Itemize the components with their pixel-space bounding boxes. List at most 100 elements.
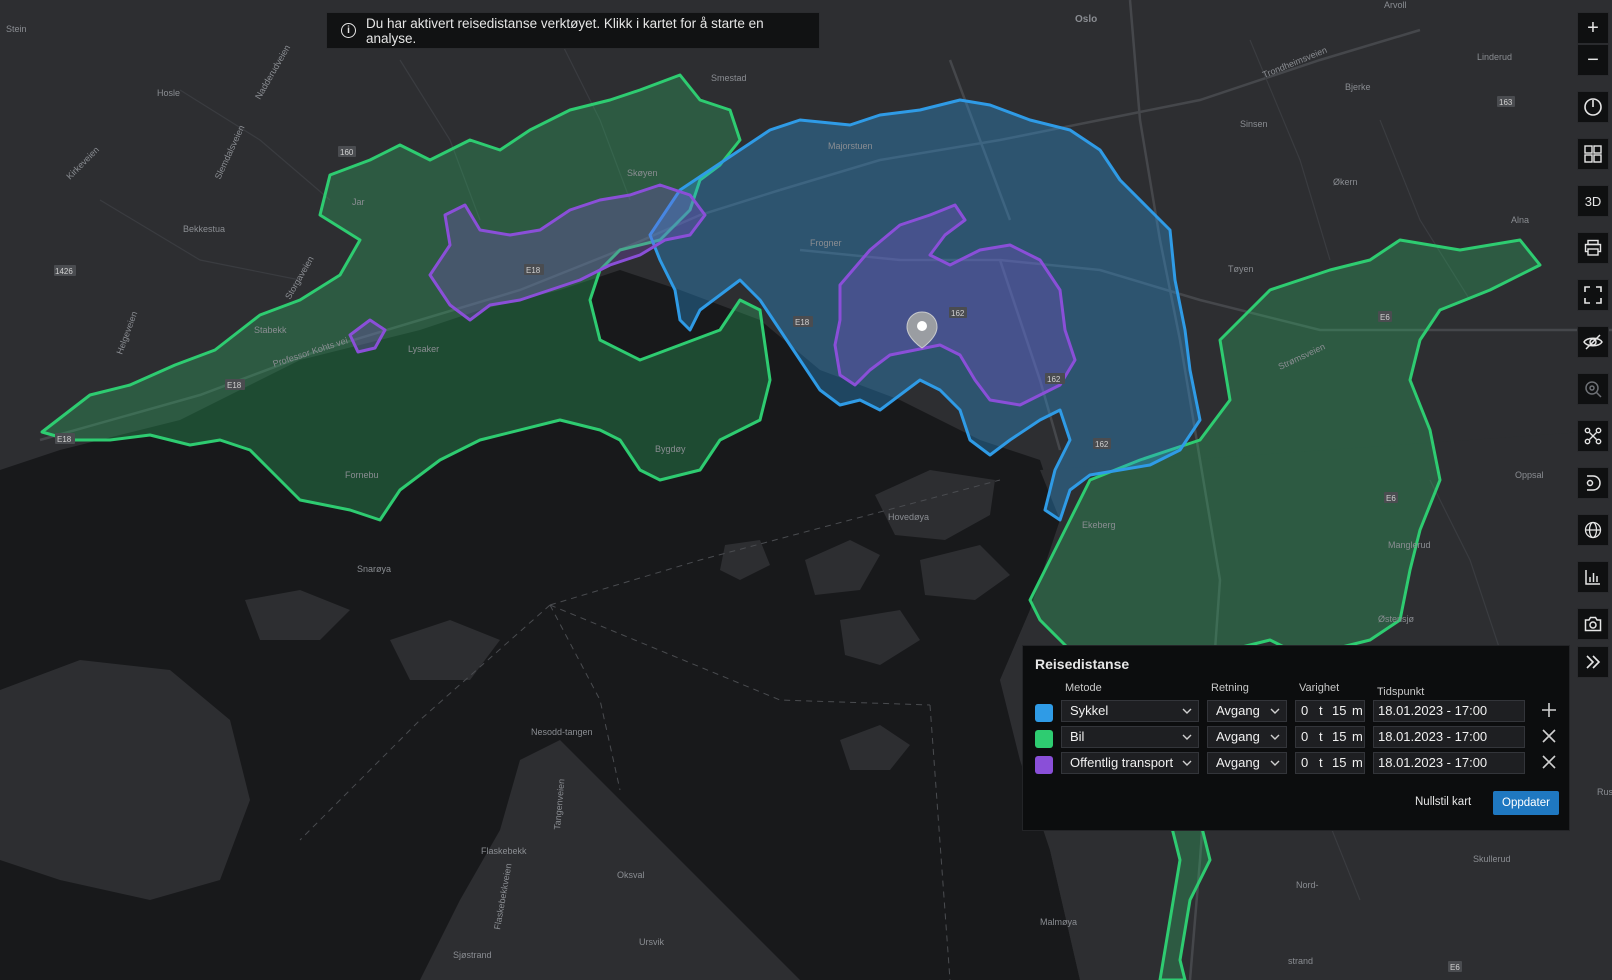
bar-chart-icon: [1585, 570, 1600, 585]
camera-icon: [1584, 616, 1602, 632]
method-select[interactable]: Offentlig transport: [1061, 752, 1199, 774]
globe-button[interactable]: [1577, 514, 1609, 546]
color-swatch[interactable]: [1035, 756, 1053, 774]
route-button[interactable]: [1577, 420, 1609, 452]
double-chevron-right-icon: [1586, 655, 1601, 669]
chevron-down-icon: [1270, 734, 1280, 740]
place-label: Bygdøy: [655, 444, 686, 454]
close-icon[interactable]: [1539, 726, 1559, 746]
map-canvas[interactable]: Stein Hosle Jar Bekkestua Stabekk Lysake…: [0, 0, 1612, 980]
hours-unit: t: [1319, 729, 1323, 744]
compass-button[interactable]: [1577, 91, 1609, 123]
place-label: Ursvik: [639, 937, 664, 947]
place-label: Jar: [352, 197, 365, 207]
place-label: Flaskebekk: [481, 846, 527, 856]
svg-text:E6: E6: [1380, 313, 1390, 322]
fullscreen-button[interactable]: [1577, 279, 1609, 311]
minutes-value[interactable]: 15: [1332, 753, 1346, 773]
basemap-button[interactable]: [1577, 138, 1609, 170]
place-label: Bekkestua: [183, 224, 225, 234]
zoom-in-button[interactable]: +: [1577, 12, 1609, 44]
duration-input[interactable]: 0 t 15 m: [1295, 700, 1365, 722]
time-input[interactable]: 18.01.2023 - 17:00: [1373, 752, 1525, 774]
svg-text:162: 162: [1095, 440, 1109, 449]
route-icon: [1584, 427, 1602, 445]
duration-input[interactable]: 0 t 15 m: [1295, 752, 1365, 774]
minutes-unit: m: [1352, 703, 1363, 718]
road-shield: E18: [55, 433, 75, 444]
panel-title: Reisedistanse: [1035, 656, 1130, 672]
printer-icon: [1584, 239, 1602, 256]
svg-text:162: 162: [1047, 375, 1061, 384]
place-label: Sjøstrand: [453, 950, 492, 960]
collapse-panel-button[interactable]: [1577, 646, 1609, 678]
road-shield: 162: [1045, 373, 1065, 384]
place-label: Smestad: [711, 73, 747, 83]
minutes-value[interactable]: 15: [1332, 727, 1346, 747]
place-label: Oslo: [1075, 14, 1097, 25]
map-app: Stein Hosle Jar Bekkestua Stabekk Lysake…: [0, 0, 1612, 980]
camera-button[interactable]: [1577, 608, 1609, 640]
3d-button[interactable]: 3D: [1577, 185, 1609, 217]
minutes-value[interactable]: 15: [1332, 701, 1346, 721]
update-button[interactable]: Oppdater: [1493, 791, 1559, 815]
place-label: Ekeberg: [1082, 520, 1116, 530]
svg-text:162: 162: [951, 309, 965, 318]
place-label: Rus: [1597, 787, 1612, 797]
svg-text:1426: 1426: [55, 267, 73, 276]
minus-icon: −: [1587, 49, 1599, 71]
print-button[interactable]: [1577, 232, 1609, 264]
chevron-down-icon: [1182, 708, 1192, 714]
direction-select[interactable]: Avgang: [1207, 726, 1287, 748]
place-label: Nesodd-tangen: [531, 727, 593, 737]
header-direction: Retning: [1211, 682, 1249, 694]
chevron-down-icon: [1182, 734, 1192, 740]
hours-value[interactable]: 0: [1301, 753, 1308, 773]
distance-button[interactable]: [1577, 467, 1609, 499]
duration-input[interactable]: 0 t 15 m: [1295, 726, 1365, 748]
method-select[interactable]: Sykkel: [1061, 700, 1199, 722]
road-shield: E6: [1384, 492, 1398, 503]
reset-map-button[interactable]: Nullstil kart: [1415, 796, 1471, 808]
plus-icon: +: [1587, 17, 1599, 39]
travel-row-bil: Bil Avgang 0 t 15 m 18.01.2023 - 17:00: [1023, 724, 1571, 750]
grid-map-icon: [1584, 145, 1602, 163]
place-label: Hovedøya: [888, 512, 929, 522]
3d-icon: 3D: [1584, 193, 1602, 209]
method-value: Sykkel: [1070, 703, 1109, 718]
color-swatch[interactable]: [1035, 704, 1053, 722]
distance-icon: [1586, 475, 1601, 491]
minutes-unit: m: [1352, 755, 1363, 770]
search-location-button[interactable]: [1577, 373, 1609, 405]
place-label: Fornebu: [345, 470, 379, 480]
place-label: Linderud: [1477, 52, 1512, 62]
statistics-button[interactable]: [1577, 561, 1609, 593]
close-icon[interactable]: [1539, 752, 1559, 772]
place-label: Stabekk: [254, 325, 287, 335]
hours-value[interactable]: 0: [1301, 701, 1308, 721]
zoom-out-button[interactable]: −: [1577, 44, 1609, 76]
hours-value[interactable]: 0: [1301, 727, 1308, 747]
chevron-down-icon: [1182, 760, 1192, 766]
time-input[interactable]: 18.01.2023 - 17:00: [1373, 726, 1525, 748]
direction-select[interactable]: Avgang: [1207, 700, 1287, 722]
svg-text:E18: E18: [526, 266, 541, 275]
visibility-button[interactable]: [1577, 326, 1609, 358]
place-label: Økern: [1333, 177, 1358, 187]
place-label: Lysaker: [408, 344, 439, 354]
time-input[interactable]: 18.01.2023 - 17:00: [1373, 700, 1525, 722]
color-swatch[interactable]: [1035, 730, 1053, 748]
place-label: Nord-: [1296, 880, 1319, 890]
plus-icon[interactable]: [1539, 700, 1559, 720]
info-banner-text: Du har aktivert reisedistanse verktøyet.…: [366, 15, 764, 46]
direction-select[interactable]: Avgang: [1207, 752, 1287, 774]
direction-value: Avgang: [1216, 729, 1260, 744]
place-label: Alna: [1511, 215, 1529, 225]
search-location-icon: [1585, 381, 1602, 398]
place-label: Oksval: [617, 870, 645, 880]
place-label: Majorstuen: [828, 141, 873, 151]
place-label: Frogner: [810, 238, 842, 248]
info-icon: i: [341, 23, 356, 38]
header-time: Tidspunkt: [1377, 686, 1425, 698]
method-select[interactable]: Bil: [1061, 726, 1199, 748]
